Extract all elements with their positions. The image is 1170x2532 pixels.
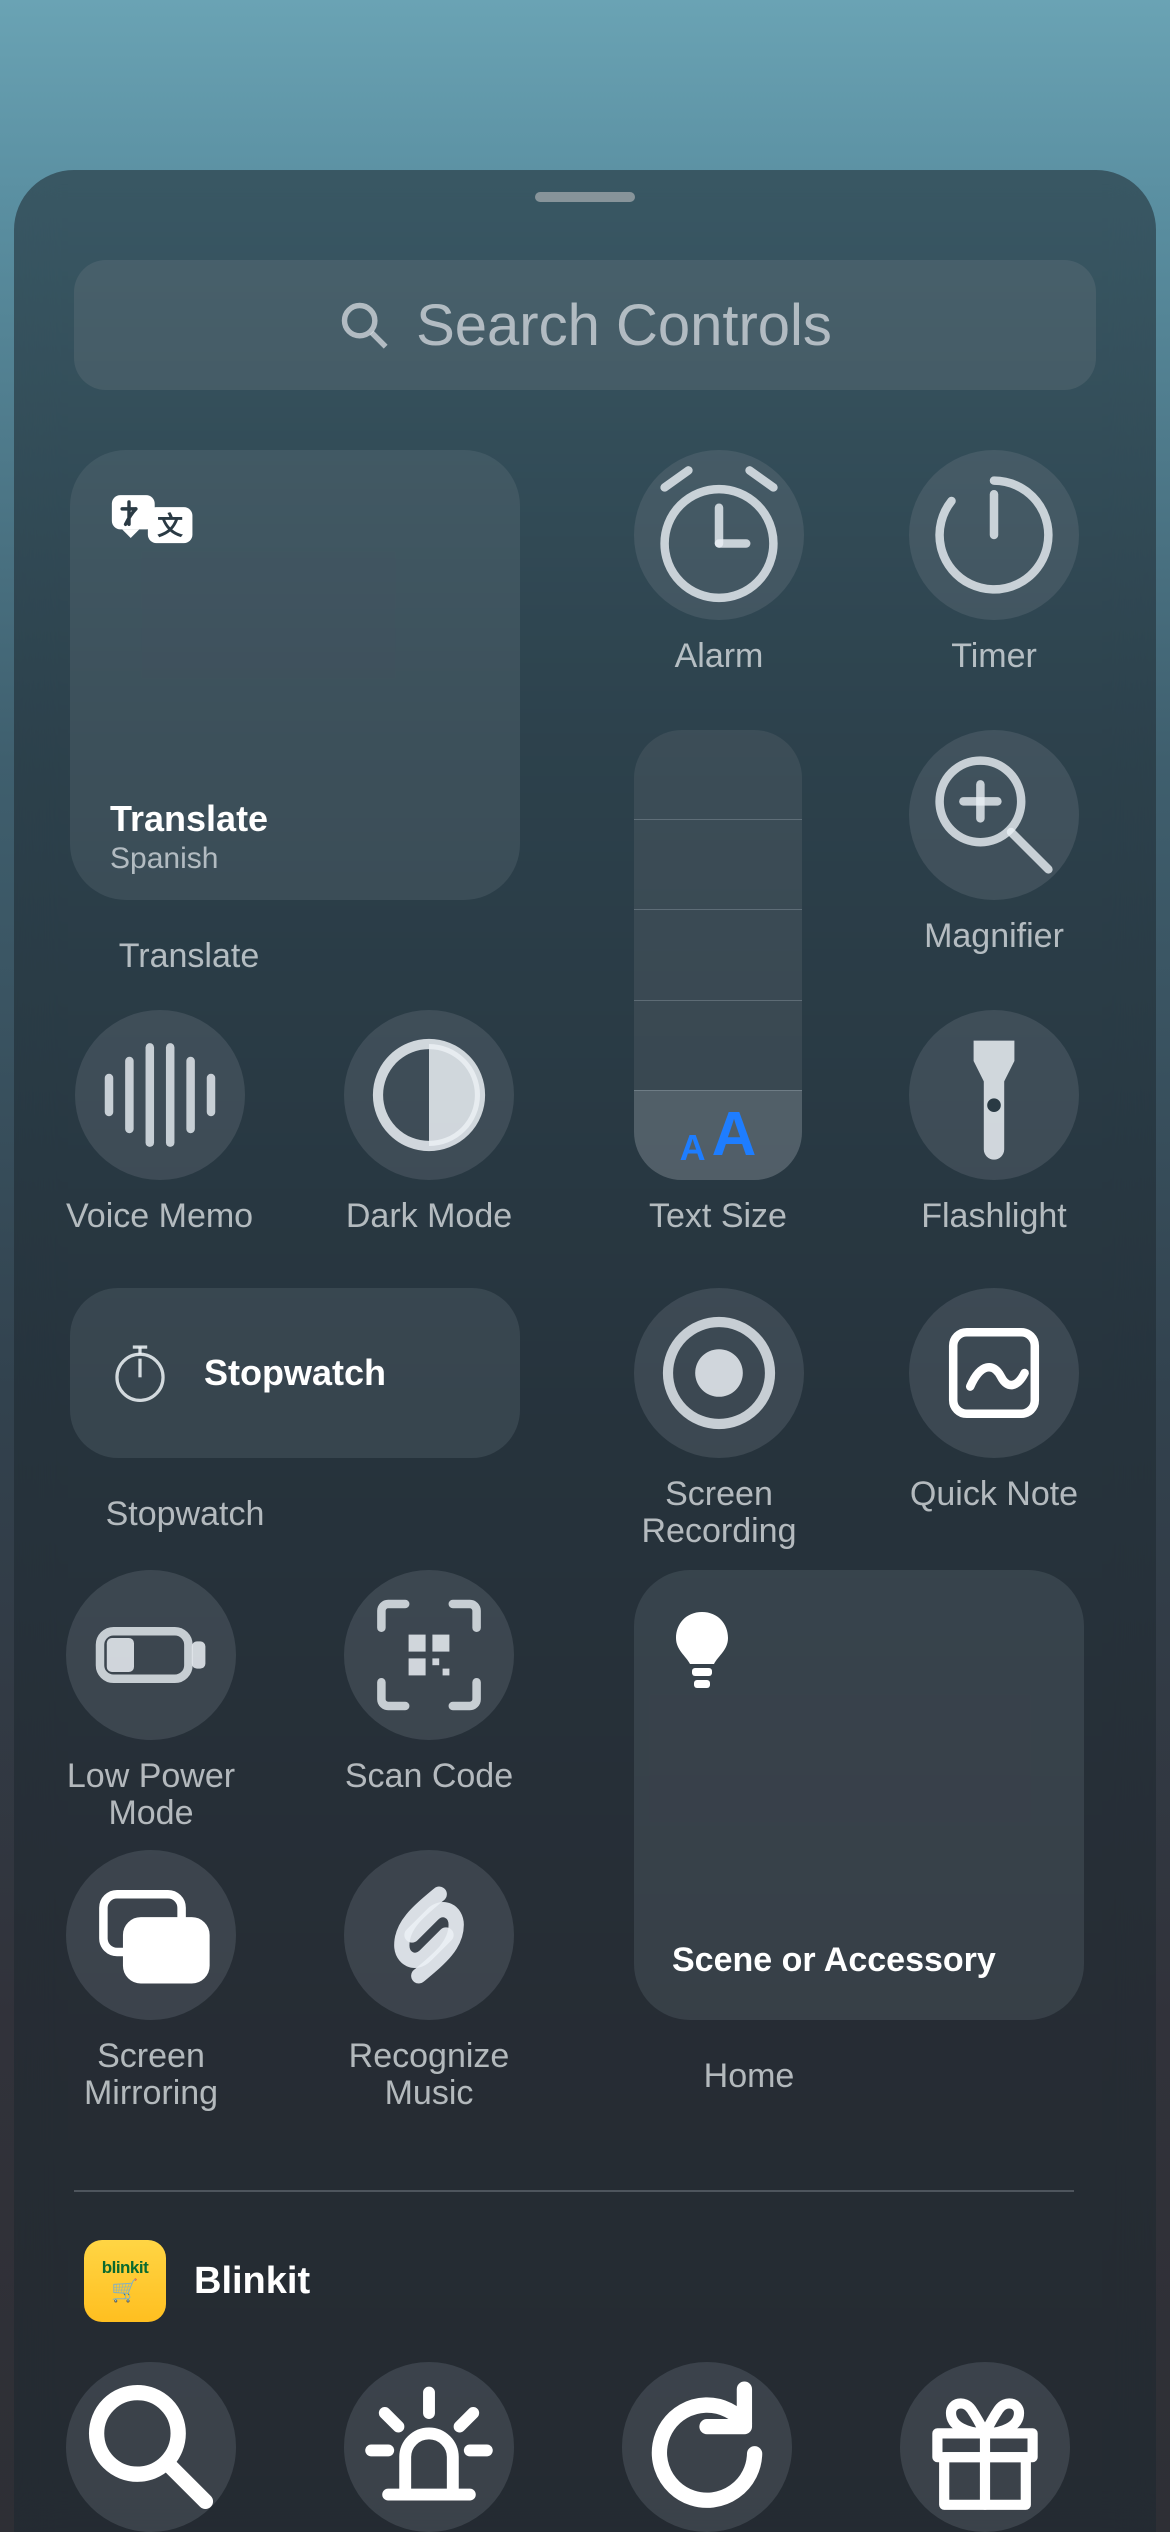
recognize-music-control[interactable]: Recognize Music <box>344 1850 514 2113</box>
voice-memo-label: Voice Memo <box>66 1198 253 1235</box>
timer-control[interactable]: Timer <box>909 450 1079 675</box>
sheet-grabber[interactable] <box>535 192 635 202</box>
screen-recording-control[interactable]: Screen Recording <box>634 1288 804 1551</box>
search-icon <box>338 299 390 351</box>
search-icon <box>66 2362 236 2532</box>
alarm-control[interactable]: Alarm <box>634 450 804 675</box>
timer-icon <box>909 450 1079 620</box>
flashlight-control[interactable]: Flashlight <box>909 1010 1079 1235</box>
screen-mirroring-control[interactable]: Screen Mirroring <box>66 1850 236 2113</box>
lightbulb-icon <box>672 1608 732 1698</box>
voice-memo-icon <box>75 1010 245 1180</box>
magnifier-icon <box>909 730 1079 900</box>
shazam-icon <box>344 1850 514 2020</box>
app-gift-control[interactable] <box>900 2362 1070 2532</box>
dark-mode-label: Dark Mode <box>346 1198 512 1235</box>
text-size-active-segment: AA <box>634 1090 802 1180</box>
app-alert-control[interactable] <box>344 2362 514 2532</box>
timer-label: Timer <box>951 638 1037 675</box>
refresh-icon <box>622 2362 792 2532</box>
screen-mirroring-icon <box>66 1850 236 2020</box>
translate-title: Translate <box>110 798 268 840</box>
translate-icon: 文 <box>108 490 482 555</box>
app-search-control[interactable] <box>66 2362 236 2532</box>
app-controls-row <box>66 2362 1070 2532</box>
controls-sheet: Search Controls 文 Translate Spanish Tran… <box>14 170 1156 2532</box>
quick-note-label: Quick Note <box>910 1476 1078 1513</box>
scan-code-label: Scan Code <box>345 1758 513 1795</box>
screen-recording-label: Screen Recording <box>642 1476 797 1551</box>
voice-memo-control[interactable]: Voice Memo <box>66 1010 253 1235</box>
text-size-icon: AA <box>680 1104 757 1166</box>
home-inner-label: Scene or Accessory <box>672 1941 996 1980</box>
stopwatch-label: Stopwatch <box>70 1496 300 1533</box>
quick-note-control[interactable]: Quick Note <box>909 1288 1079 1513</box>
section-divider <box>74 2190 1074 2192</box>
low-power-control[interactable]: Low Power Mode <box>66 1570 236 1833</box>
app-reorder-control[interactable] <box>622 2362 792 2532</box>
dark-mode-icon <box>344 1010 514 1180</box>
screen-recording-icon <box>634 1288 804 1458</box>
blinkit-app-icon: blinkit 🛒 <box>84 2240 166 2322</box>
quick-note-icon <box>909 1288 1079 1458</box>
battery-icon <box>66 1570 236 1740</box>
low-power-label: Low Power Mode <box>67 1758 235 1833</box>
stopwatch-tile[interactable]: Stopwatch <box>70 1288 520 1458</box>
screen-mirroring-label: Screen Mirroring <box>84 2038 218 2113</box>
text-size-control[interactable]: AA Text Size <box>634 730 802 1235</box>
search-controls-field[interactable]: Search Controls <box>74 260 1096 390</box>
recognize-music-label: Recognize Music <box>349 2038 510 2113</box>
text-size-label: Text Size <box>649 1198 787 1235</box>
stopwatch-icon <box>104 1337 176 1409</box>
gift-icon <box>900 2362 1070 2532</box>
qr-icon <box>344 1570 514 1740</box>
alarm-label: Alarm <box>675 638 764 675</box>
search-placeholder: Search Controls <box>416 292 832 359</box>
scan-code-control[interactable]: Scan Code <box>344 1570 514 1795</box>
translate-tile[interactable]: 文 Translate Spanish <box>70 450 520 900</box>
app-name-label: Blinkit <box>194 2260 310 2303</box>
magnifier-label: Magnifier <box>924 918 1064 955</box>
magnifier-control[interactable]: Magnifier <box>909 730 1079 955</box>
translate-subtitle: Spanish <box>110 842 218 876</box>
home-label: Home <box>634 2058 864 2095</box>
app-section-header: blinkit 🛒 Blinkit <box>84 2240 310 2322</box>
translate-label: Translate <box>74 938 304 975</box>
controls-grid: 文 Translate Spanish Translate Alarm Time… <box>74 450 1074 2210</box>
siren-icon <box>344 2362 514 2532</box>
dark-mode-control[interactable]: Dark Mode <box>344 1010 514 1235</box>
stopwatch-inner-label: Stopwatch <box>204 1352 386 1394</box>
alarm-icon <box>634 450 804 620</box>
flashlight-icon <box>909 1010 1079 1180</box>
home-tile[interactable]: Scene or Accessory <box>634 1570 1084 2020</box>
svg-text:文: 文 <box>157 511 183 541</box>
flashlight-label: Flashlight <box>921 1198 1067 1235</box>
